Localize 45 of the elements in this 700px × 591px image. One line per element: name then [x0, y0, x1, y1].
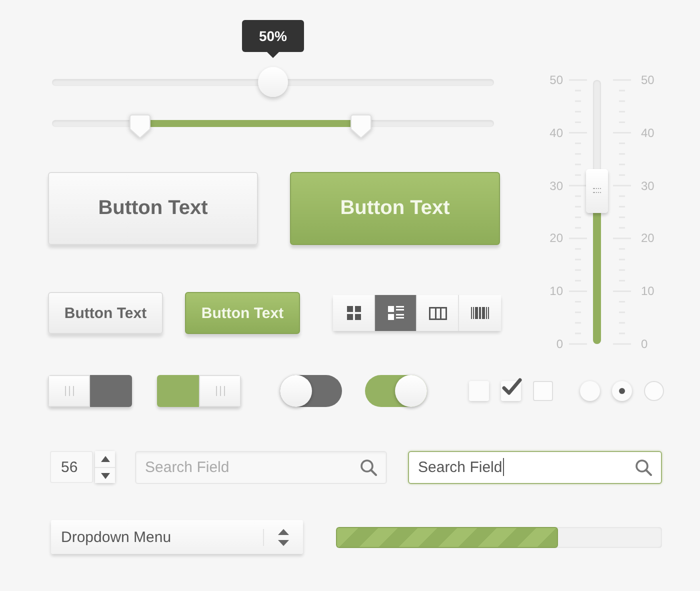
scale-label: 0 [556, 336, 563, 351]
value-tooltip: 50% [242, 20, 304, 58]
grid-icon [346, 306, 360, 320]
search-icon [360, 458, 377, 476]
button[interactable]: Button Text [48, 292, 163, 334]
scale-label: 50 [550, 73, 563, 87]
range-thumb[interactable] [129, 114, 152, 138]
view-toggle-button[interactable] [333, 295, 375, 331]
checkbox[interactable] [469, 381, 489, 401]
radio-button[interactable] [612, 381, 632, 401]
scale-label: 50 [641, 73, 654, 87]
search-icon [635, 458, 652, 476]
scale-label: 10 [550, 284, 563, 298]
caret-down-icon [100, 472, 110, 478]
scale-label: 30 [550, 178, 563, 193]
barcode-icon [471, 307, 489, 319]
scale-label: 40 [641, 126, 654, 140]
scale-label: 0 [641, 336, 648, 351]
radio-button[interactable] [580, 381, 600, 401]
up-down-caret-icon [263, 528, 289, 546]
toggle-switch[interactable] [280, 375, 342, 407]
scale-label: 20 [550, 231, 563, 246]
scale-label: 30 [641, 178, 654, 193]
number-field[interactable]: 56 [50, 451, 93, 483]
columns-icon [428, 306, 446, 320]
vertical-slider-thumb[interactable] [586, 168, 608, 213]
dropdown-menu[interactable]: Dropdown Menu [51, 520, 303, 554]
toggle-switch[interactable] [157, 375, 241, 407]
range-thumb[interactable] [350, 114, 372, 138]
list-icon [388, 306, 404, 320]
increment-button[interactable] [95, 451, 115, 467]
search-field[interactable]: Search Field [408, 450, 662, 484]
decrement-button[interactable] [95, 467, 115, 483]
toggle-switch[interactable] [365, 375, 427, 407]
button[interactable]: Button Text [48, 172, 258, 245]
view-toggle-button[interactable] [417, 295, 459, 331]
slider-thumb[interactable] [258, 67, 288, 97]
scale-label: 10 [641, 284, 654, 298]
checkbox[interactable] [501, 381, 521, 401]
view-toggle-button[interactable] [375, 295, 417, 331]
scale-label: 40 [550, 126, 563, 140]
scale-label: 20 [641, 231, 654, 246]
view-toggle-button[interactable] [459, 295, 501, 331]
toggle-switch[interactable] [48, 375, 132, 407]
caret-up-icon [100, 456, 110, 462]
